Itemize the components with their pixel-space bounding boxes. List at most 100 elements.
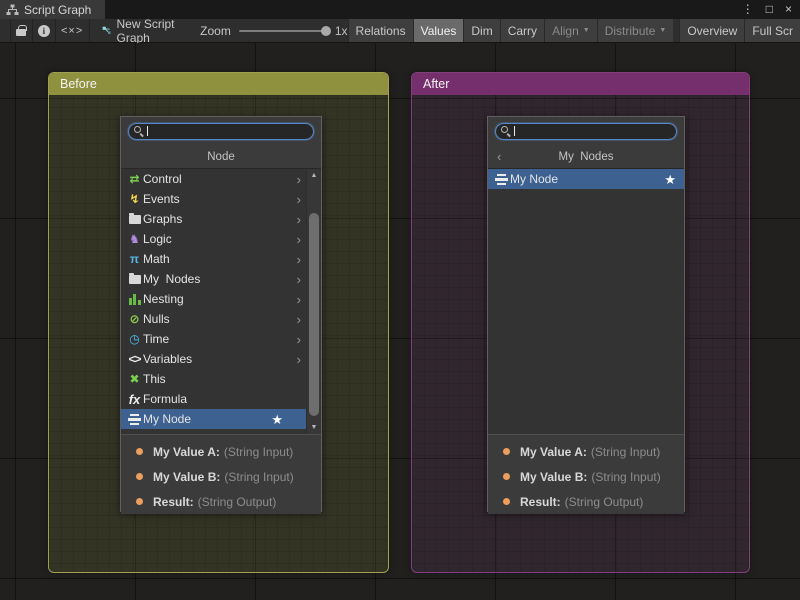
fullscreen-button[interactable]: Full Scr (744, 19, 800, 42)
finder-item-my-nodes[interactable]: My Nodes › (121, 269, 321, 289)
folder-icon (126, 215, 143, 224)
finder-item-label: This (143, 372, 166, 386)
distribute-label: Distribute (605, 24, 656, 38)
finder-item-this[interactable]: ✖ This (121, 369, 321, 389)
chevron-right-icon: › (297, 233, 301, 246)
finder-item-label: Events (143, 192, 180, 206)
finder-item-label: Logic (143, 232, 172, 246)
chevron-right-icon: › (297, 213, 301, 226)
search-input[interactable] (495, 123, 677, 140)
port-row: Result: (String Output) (488, 489, 684, 514)
chevron-down-icon: ▼ (659, 27, 666, 34)
finder-item-label: My Node (510, 172, 558, 186)
new-script-graph-label: New Script Graph (117, 17, 177, 45)
finder-item-logic[interactable]: ♞ Logic › (121, 229, 321, 249)
search-icon (501, 126, 511, 136)
overview-button[interactable]: Overview (679, 19, 744, 42)
search-row (121, 117, 321, 145)
text-caret (147, 126, 148, 136)
group-before-header[interactable]: Before (49, 73, 388, 95)
window-menu-icon[interactable]: ⋮ (742, 0, 754, 19)
favorite-star-icon[interactable]: ★ (664, 173, 676, 186)
finder-item-label: Nesting (143, 292, 184, 306)
dim-label: Dim (471, 24, 492, 38)
chevron-right-icon: › (297, 293, 301, 306)
finder-item-label: Nulls (143, 312, 170, 326)
node-stack-icon (126, 414, 143, 425)
fuzzy-finder-before: Node ⇄ Control › ↯ Events › Graphs › (120, 116, 322, 512)
script-graph-icon (6, 4, 19, 16)
text-caret (514, 126, 515, 136)
overview-label: Overview (687, 24, 737, 38)
finder-item-formula[interactable]: fx Formula (121, 389, 321, 409)
values-button[interactable]: Values (413, 19, 464, 42)
math-icon: π (126, 253, 143, 265)
carry-button[interactable]: Carry (500, 19, 544, 42)
finder-item-nulls[interactable]: ⊘ Nulls › (121, 309, 321, 329)
search-input[interactable] (128, 123, 314, 140)
group-after-header[interactable]: After (412, 73, 749, 95)
search-row (488, 117, 684, 145)
chevron-down-icon: ▼ (583, 27, 590, 34)
finder-item-my-node[interactable]: My Node ★ (488, 169, 684, 189)
scrollbar-thumb[interactable] (309, 213, 319, 416)
finder-item-graphs[interactable]: Graphs › (121, 209, 321, 229)
finder-item-control[interactable]: ⇄ Control › (121, 169, 321, 189)
finder-title: My Nodes (559, 151, 614, 163)
logic-icon: ♞ (126, 233, 143, 245)
tab-script-graph[interactable]: Script Graph (0, 0, 105, 19)
finder-item-label: Variables (143, 352, 192, 366)
port-label: My Value A: (153, 445, 220, 459)
finder-breadcrumb: ‹ My Nodes (488, 145, 684, 169)
port-dot-icon (503, 498, 510, 505)
zoom-slider-knob[interactable] (321, 26, 331, 36)
relations-button[interactable]: Relations (348, 19, 413, 42)
port-row: My Value B: (String Input) (121, 464, 321, 489)
align-dropdown[interactable]: Align ▼ (544, 19, 597, 42)
port-label: Result: (153, 495, 194, 509)
maximize-icon[interactable]: □ (766, 0, 773, 19)
finder-item-label: Formula (143, 392, 187, 406)
finder-list: ⇄ Control › ↯ Events › Graphs › ♞ Logic (121, 169, 321, 434)
scrollbar[interactable]: ▲ ▼ (306, 169, 321, 434)
finder-item-variables[interactable]: <> Variables › (121, 349, 321, 369)
favorite-star-icon[interactable]: ★ (271, 413, 283, 426)
finder-item-label: My Nodes (143, 272, 200, 286)
graph-canvas[interactable]: Before After Node ⇄ Control (0, 43, 800, 600)
port-dot-icon (136, 498, 143, 505)
finder-item-time[interactable]: ◷ Time › (121, 329, 321, 349)
distribute-dropdown[interactable]: Distribute ▼ (597, 19, 674, 42)
port-type: (String Input) (224, 470, 293, 484)
finder-item-math[interactable]: π Math › (121, 249, 321, 269)
fuzzy-finder-after: ‹ My Nodes My Node ★ My Value A: (String… (487, 116, 685, 512)
code-preview-button[interactable]: <×> (56, 19, 90, 42)
scroll-down-icon[interactable]: ▼ (307, 421, 321, 434)
finder-item-nesting[interactable]: Nesting › (121, 289, 321, 309)
zoom-slider[interactable] (239, 30, 327, 32)
finder-title: Node (207, 151, 235, 163)
align-label: Align (552, 24, 579, 38)
zoom-value: 1x (335, 24, 348, 38)
node-stack-icon (493, 174, 510, 185)
port-dot-icon (503, 448, 510, 455)
finder-item-label: Graphs (143, 212, 182, 226)
scroll-up-icon[interactable]: ▲ (307, 169, 321, 182)
dim-button[interactable]: Dim (463, 19, 499, 42)
code-brackets-icon: <×> (61, 25, 83, 37)
port-label: My Value B: (153, 470, 220, 484)
lock-button[interactable] (11, 19, 33, 42)
finder-item-my-node[interactable]: My Node ★ (121, 409, 321, 429)
chevron-right-icon: › (297, 193, 301, 206)
chevron-right-icon: › (297, 173, 301, 186)
port-type: (String Input) (224, 445, 293, 459)
chevron-right-icon: › (297, 333, 301, 346)
port-row: My Value B: (String Input) (488, 464, 684, 489)
finder-item-events[interactable]: ↯ Events › (121, 189, 321, 209)
back-chevron-icon[interactable]: ‹ (497, 145, 501, 169)
chevron-right-icon: › (297, 353, 301, 366)
graph-inspector-button[interactable] (33, 19, 55, 42)
node-preview-ports: My Value A: (String Input) My Value B: (… (488, 434, 684, 514)
new-script-graph-button[interactable]: New Script Graph (90, 19, 186, 42)
close-icon[interactable]: × (785, 0, 792, 19)
variables-icon: <> (126, 353, 143, 365)
